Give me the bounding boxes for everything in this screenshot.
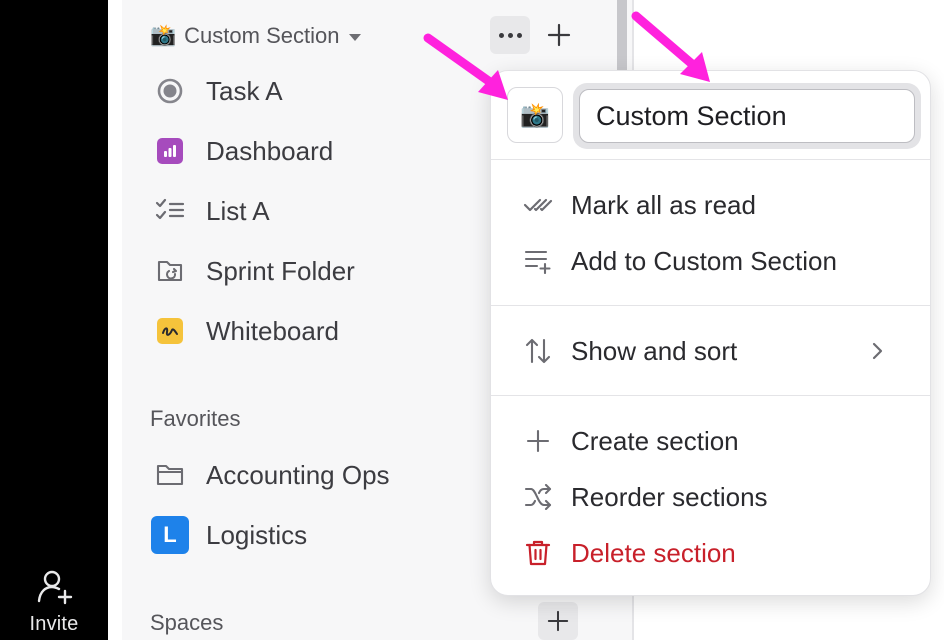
sidebar-item-task-a[interactable]: Task A xyxy=(150,69,283,113)
show-and-sort-item[interactable]: Show and sort xyxy=(521,329,917,373)
menu-item-label: Show and sort xyxy=(571,335,738,366)
menu-item-label: Delete section xyxy=(571,537,736,568)
sidebar-item-list-a[interactable]: List A xyxy=(150,189,270,233)
delete-section-item[interactable]: Delete section xyxy=(521,531,917,575)
menu-divider xyxy=(491,159,930,160)
double-check-icon xyxy=(521,188,555,222)
favorite-item-label: Accounting Ops xyxy=(206,459,390,490)
menu-divider xyxy=(491,395,930,396)
custom-section-header[interactable]: 📸 Custom Section xyxy=(150,18,362,54)
plus-icon xyxy=(547,610,569,632)
chevron-right-icon xyxy=(872,342,883,360)
section-name-input[interactable] xyxy=(579,89,915,143)
whiteboard-icon xyxy=(150,311,190,351)
sidebar-item-dashboard[interactable]: Dashboard xyxy=(150,129,333,173)
more-dots-icon xyxy=(498,32,504,38)
section-title: Custom Section xyxy=(184,23,340,48)
sidebar-item-whiteboard[interactable]: Whiteboard xyxy=(150,309,339,353)
folder-icon xyxy=(150,455,190,495)
menu-item-label: Reorder sections xyxy=(571,481,768,512)
sort-arrows-icon xyxy=(521,334,555,368)
trash-icon xyxy=(521,536,555,570)
section-emoji: 📸 xyxy=(150,24,177,47)
section-more-button[interactable] xyxy=(490,16,530,54)
menu-divider xyxy=(491,305,930,306)
section-name-focus-ring xyxy=(573,83,921,149)
caret-down-icon xyxy=(349,33,362,41)
sidebar-item-label: Whiteboard xyxy=(206,315,339,346)
section-emoji: 📸 xyxy=(520,101,550,129)
section-context-menu: 📸 Mark all as read Add to Custom Section… xyxy=(490,70,931,596)
invite-button[interactable]: Invite xyxy=(0,550,108,640)
dashboard-icon xyxy=(150,131,190,171)
sidebar-item-sprint-folder[interactable]: Sprint Folder xyxy=(150,249,355,293)
create-section-item[interactable]: Create section xyxy=(521,419,917,463)
emoji-picker-button[interactable]: 📸 xyxy=(507,87,563,143)
add-space-button[interactable] xyxy=(538,602,578,640)
menu-item-label: Add to Custom Section xyxy=(571,245,837,276)
shuffle-icon xyxy=(521,480,555,514)
favorite-item-label: Logistics xyxy=(206,519,308,550)
add-to-section-item[interactable]: Add to Custom Section xyxy=(521,239,917,283)
checklist-icon xyxy=(150,191,190,231)
favorite-item-accounting-ops[interactable]: Accounting Ops xyxy=(150,453,390,497)
app-rail: Invite xyxy=(0,0,108,640)
menu-item-label: Create section xyxy=(571,425,739,456)
sprint-folder-icon xyxy=(150,251,190,291)
list-add-icon xyxy=(521,244,555,278)
menu-item-label: Mark all as read xyxy=(571,189,756,220)
sidebar-item-label: Dashboard xyxy=(206,135,334,166)
radio-circle-icon xyxy=(150,71,190,111)
sidebar-item-label: Sprint Folder xyxy=(206,255,355,286)
space-avatar-icon: L xyxy=(150,515,190,555)
favorite-item-logistics[interactable]: L Logistics xyxy=(150,513,307,557)
invite-label: Invite xyxy=(29,613,79,635)
plus-icon xyxy=(521,424,555,458)
mark-all-read-item[interactable]: Mark all as read xyxy=(521,183,917,227)
section-add-button[interactable] xyxy=(540,16,578,54)
favorites-label: Favorites xyxy=(150,406,241,431)
sidebar-item-label: List A xyxy=(206,195,270,226)
logistics-avatar: L xyxy=(151,516,189,554)
plus-icon xyxy=(547,23,571,47)
spaces-label: Spaces xyxy=(150,610,224,635)
reorder-sections-item[interactable]: Reorder sections xyxy=(521,475,917,519)
sidebar-item-label: Task A xyxy=(206,75,283,106)
add-user-icon xyxy=(37,570,73,605)
